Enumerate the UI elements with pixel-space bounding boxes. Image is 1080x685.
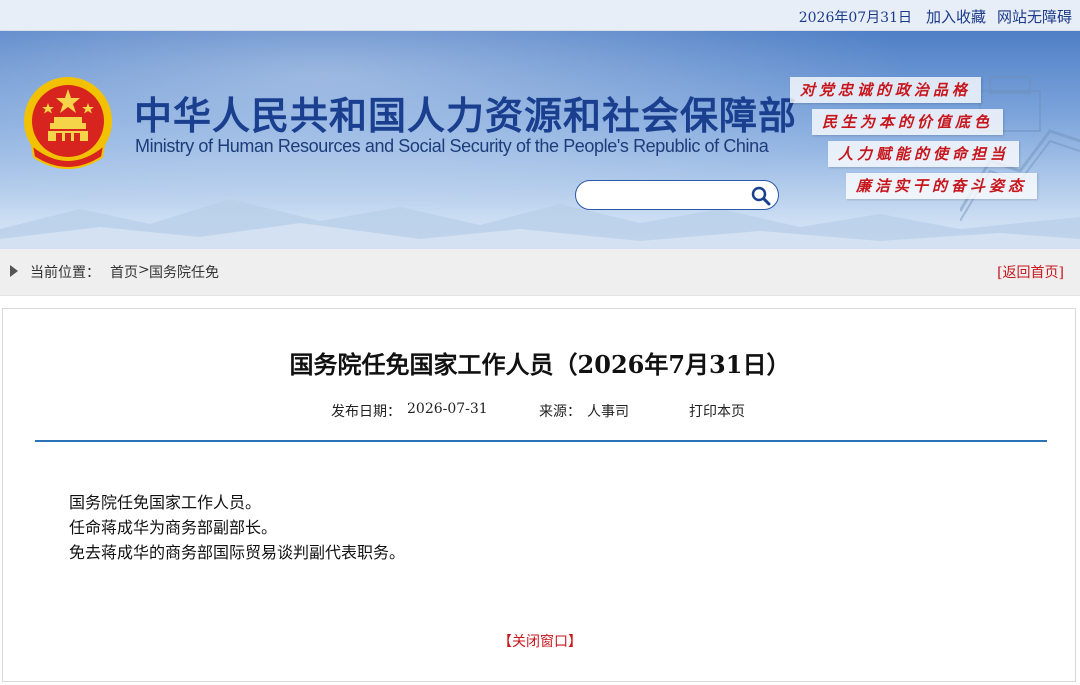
current-date: 2026年07月31日 [798, 10, 912, 26]
breadcrumb-home-link[interactable]: 首页 [110, 262, 138, 282]
article-paragraph: 任命蒋成华为商务部副部长。 [69, 518, 278, 537]
publish-date-label: 发布日期： [331, 404, 401, 420]
site-banner: 中华人民共和国人力资源和社会保障部 Ministry of Human Reso… [0, 31, 1080, 249]
search-icon[interactable] [750, 185, 772, 207]
ministry-title-cn: 中华人民共和国人力资源和社会保障部 [134, 94, 798, 138]
source-value: 人事司 [587, 404, 629, 420]
top-utility-bar: 2026年07月31日 加入收藏 网站无障碍 [0, 0, 1080, 31]
article-card: 国务院任免国家工作人员（2026年7月31日） 发布日期： 2026-07-31… [2, 308, 1076, 682]
article-title: 国务院任免国家工作人员（2026年7月31日） [289, 350, 791, 379]
accessibility-link[interactable]: 网站无障碍 [997, 6, 1072, 27]
ministry-title-en: Ministry of Human Resources and Social S… [135, 136, 769, 156]
back-home-link[interactable]: [返回首页] [997, 262, 1064, 282]
slogan-4: 廉洁实干的奋斗姿态 [846, 173, 1038, 199]
slogan-3: 人力赋能的使命担当 [828, 141, 1020, 167]
close-window-link[interactable]: 【关闭窗口】 [3, 631, 1077, 651]
search-box[interactable] [575, 180, 779, 210]
triangle-right-icon [10, 265, 18, 277]
print-page-link[interactable]: 打印本页 [689, 401, 745, 421]
national-emblem-icon [24, 77, 112, 169]
add-favorite-link[interactable]: 加入收藏 [926, 6, 986, 27]
source-label: 来源： [539, 404, 581, 420]
breadcrumb-label: 当前位置： [30, 265, 100, 281]
slogan-2: 民生为本的价值底色 [812, 109, 1004, 135]
article-paragraph: 免去蒋成华的商务部国际贸易谈判副代表职务。 [69, 543, 406, 562]
breadcrumb: 当前位置： 首页 > 国务院任免 [返回首页] [0, 249, 1080, 296]
publish-date: 2026-07-31 [407, 401, 488, 417]
breadcrumb-separator: > [138, 262, 150, 278]
slogan-1: 对党忠诚的政治品格 [790, 77, 982, 103]
article-paragraph: 国务院任免国家工作人员。 [69, 493, 262, 512]
breadcrumb-current-link[interactable]: 国务院任免 [149, 262, 219, 282]
title-divider [35, 440, 1047, 442]
